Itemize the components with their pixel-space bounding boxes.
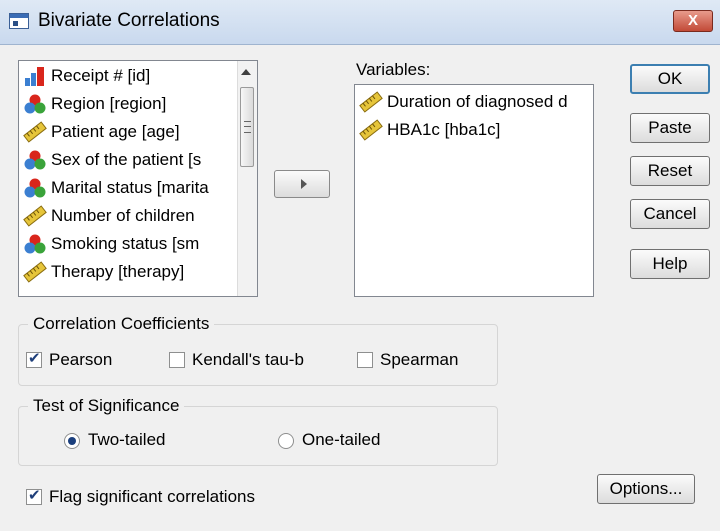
- pearson-label: Pearson: [49, 350, 113, 369]
- source-variable-list[interactable]: Receipt # [id] Region [region] Patient a…: [18, 60, 258, 297]
- variables-label: Variables:: [356, 60, 431, 79]
- reset-button[interactable]: Reset: [630, 156, 710, 186]
- scroll-thumb[interactable]: [240, 87, 254, 167]
- nominal-balls-icon: [24, 150, 46, 170]
- nominal-balls-icon: [24, 94, 46, 114]
- ok-button[interactable]: OK: [630, 64, 710, 94]
- flag-significant-label: Flag significant correlations: [49, 487, 255, 506]
- help-button[interactable]: Help: [630, 249, 710, 279]
- one-tailed-label: One-tailed: [302, 430, 381, 449]
- list-item[interactable]: Region [region]: [23, 91, 166, 117]
- cancel-button[interactable]: Cancel: [630, 199, 710, 229]
- scale-ruler-icon: [23, 261, 47, 283]
- grip-icon: [244, 121, 251, 133]
- scroll-up-arrow-icon[interactable]: [241, 69, 251, 75]
- vertical-scrollbar[interactable]: [237, 61, 257, 296]
- nominal-balls-icon: [24, 234, 46, 254]
- list-item[interactable]: Marital status [marita: [23, 175, 209, 201]
- window-title: Bivariate Correlations: [38, 10, 220, 31]
- nominal-balls-icon: [24, 178, 46, 198]
- spearman-label: Spearman: [380, 350, 459, 369]
- title-bar: Bivariate Correlations X: [0, 0, 720, 45]
- close-icon: X: [687, 12, 698, 29]
- test-of-significance-title: Test of Significance: [28, 396, 185, 416]
- scale-ruler-icon: [23, 205, 47, 227]
- pearson-checkbox[interactable]: [26, 349, 42, 368]
- correlation-coefficients-title: Correlation Coefficients: [28, 314, 215, 334]
- list-item[interactable]: Sex of the patient [s: [23, 147, 201, 173]
- list-item[interactable]: Smoking status [sm: [23, 231, 199, 257]
- move-to-variables-button[interactable]: [274, 170, 330, 198]
- paste-button[interactable]: Paste: [630, 113, 710, 143]
- two-tailed-radio[interactable]: [64, 433, 80, 449]
- options-button[interactable]: Options...: [597, 474, 695, 504]
- two-tailed-label: Two-tailed: [88, 430, 166, 449]
- scale-ruler-icon: [23, 121, 47, 143]
- scale-ruler-icon: [359, 91, 383, 113]
- kendall-checkbox[interactable]: [169, 352, 185, 368]
- selected-variable-list[interactable]: Duration of diagnosed d HBA1c [hba1c]: [354, 84, 594, 297]
- close-button[interactable]: X: [673, 10, 713, 32]
- scale-ruler-icon: [359, 119, 383, 141]
- right-arrow-icon: [301, 179, 307, 189]
- list-item[interactable]: Duration of diagnosed d: [359, 89, 568, 115]
- app-window-icon: [9, 13, 29, 29]
- spearman-checkbox[interactable]: [357, 352, 373, 368]
- flag-significant-checkbox[interactable]: [26, 486, 42, 505]
- kendall-label: Kendall's tau-b: [192, 350, 304, 369]
- list-item[interactable]: Receipt # [id]: [23, 63, 150, 89]
- list-item[interactable]: Therapy [therapy]: [23, 259, 184, 285]
- list-item[interactable]: Patient age [age]: [23, 119, 180, 145]
- one-tailed-radio[interactable]: [278, 433, 294, 449]
- ordinal-bar-chart-icon: [25, 67, 44, 86]
- list-item[interactable]: HBA1c [hba1c]: [359, 117, 500, 143]
- list-item[interactable]: Number of children: [23, 203, 195, 229]
